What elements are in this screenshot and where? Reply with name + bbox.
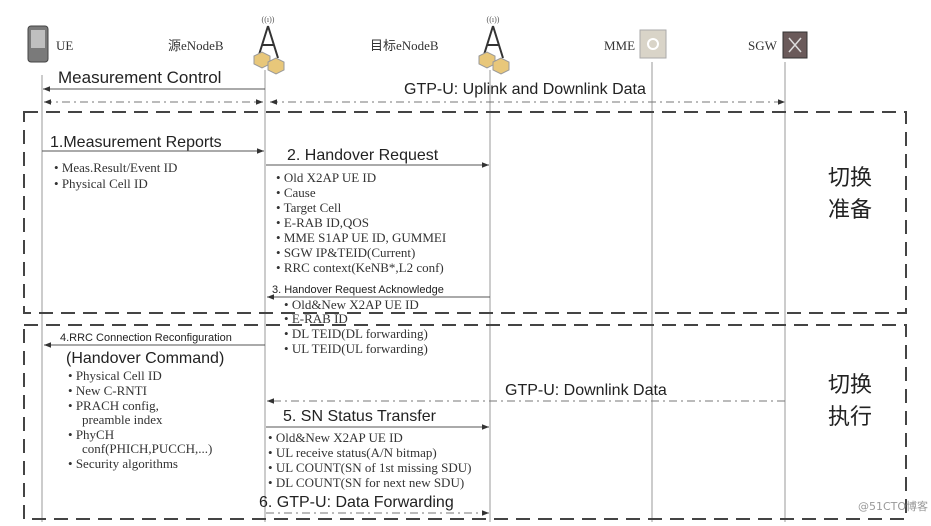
target-enb-label: 目标eNodeB (370, 38, 439, 53)
handover-request-params: • Old X2AP UE ID • Cause • Target Cell •… (276, 170, 446, 275)
watermark: @51CTO博客 (858, 499, 928, 513)
mme-label: MME (604, 38, 635, 53)
measurement-reports-params: • Meas.Result/Event ID • Physical Cell I… (54, 160, 177, 191)
handover-request-label: 2. Handover Request (287, 147, 439, 164)
param-item: • E-RAB ID,QOS (276, 215, 369, 230)
phone-icon (27, 25, 49, 63)
rrc-reconfig-params: • Physical Cell ID • New C-RNTI • PRACH … (68, 368, 212, 471)
param-item: • UL COUNT(SN of 1st missing SDU) (268, 460, 471, 475)
measurement-control-label: Measurement Control (58, 68, 221, 87)
param-item: • RRC context(KeNB*,L2 conf) (276, 260, 444, 275)
handover-command-label: (Handover Command) (66, 350, 224, 367)
param-item: • PRACH config, (68, 398, 159, 413)
prep-phase-label-2: 准备 (828, 198, 872, 223)
mme-server-icon (639, 29, 667, 59)
sgw-label: SGW (748, 38, 778, 53)
param-item: conf(PHICH,PUCCH,...) (82, 441, 212, 456)
sgw-router-icon (782, 31, 808, 59)
param-item: • UL receive status(A/N bitmap) (268, 445, 437, 460)
param-item: • Physical Cell ID (68, 368, 162, 383)
param-item: • Physical Cell ID (54, 176, 148, 191)
param-item: • E-RAB ID (284, 311, 348, 326)
handover-ack-label: 3. Handover Request Acknowledge (272, 284, 444, 296)
param-item: • SGW IP&TEID(Current) (276, 245, 415, 260)
param-item: • DL COUNT(SN for next new SDU) (268, 475, 464, 490)
sn-status-params: • Old&New X2AP UE ID • UL receive status… (268, 430, 471, 490)
param-item: • Old X2AP UE ID (276, 170, 376, 185)
prep-phase-label-1: 切换 (828, 166, 872, 191)
param-item: • Old&New X2AP UE ID (268, 430, 403, 445)
cell-tower-icon: ((ı)) (253, 15, 285, 75)
param-item: • New C-RNTI (68, 383, 147, 398)
param-item: • PhyCH (68, 427, 114, 442)
param-item: • Meas.Result/Event ID (54, 160, 177, 175)
param-item: • Old&New X2AP UE ID (284, 297, 419, 312)
measurement-reports-label: 1.Measurement Reports (50, 134, 222, 151)
ue-label: UE (56, 38, 73, 53)
svg-text:((ı)): ((ı)) (262, 15, 275, 24)
param-item: • UL TEID(UL forwarding) (284, 341, 428, 356)
cell-tower-icon: ((ı)) (478, 15, 510, 75)
gtp-uplink-downlink-label: GTP-U: Uplink and Downlink Data (404, 81, 646, 98)
param-item: preamble index (82, 412, 163, 427)
param-item: • Target Cell (276, 200, 342, 215)
data-forwarding-label: 6. GTP-U: Data Forwarding (259, 494, 454, 511)
exec-phase-label-2: 执行 (828, 405, 872, 430)
exec-phase-label-1: 切换 (828, 373, 872, 398)
sn-status-label: 5. SN Status Transfer (283, 408, 437, 425)
param-item: • Security algorithms (68, 456, 178, 471)
param-item: • DL TEID(DL forwarding) (284, 326, 428, 341)
handover-sequence-diagram: ((ı)) ((ı)) UE 源eNodeB 目标eNodeB MME SGW … (23, 15, 928, 522)
param-item: • MME S1AP UE ID, GUMMEI (276, 230, 446, 245)
svg-text:((ı)): ((ı)) (487, 15, 500, 24)
param-item: • Cause (276, 185, 316, 200)
rrc-reconfig-label: 4.RRC Connection Reconfiguration (60, 332, 232, 344)
gtp-downlink-label: GTP-U: Downlink Data (505, 382, 667, 399)
source-enb-label: 源eNodeB (168, 38, 224, 53)
handover-ack-params: • Old&New X2AP UE ID • E-RAB ID • DL TEI… (284, 297, 428, 356)
